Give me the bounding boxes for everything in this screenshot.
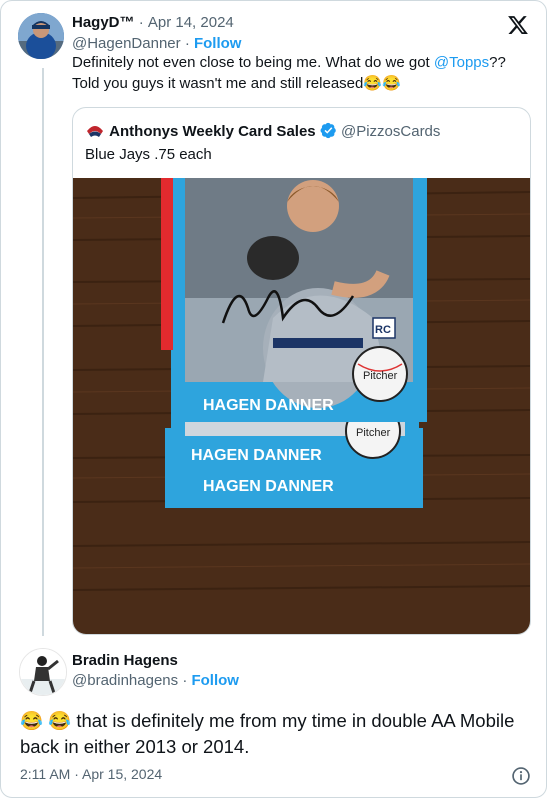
author-display-name[interactable]: HagyD™	[72, 14, 135, 31]
avatar-bradin[interactable]	[19, 648, 67, 696]
x-logo-icon[interactable]	[507, 14, 529, 36]
quoted-avatar	[85, 120, 105, 140]
follow-separator: ·	[184, 35, 190, 52]
reply-text: 😂 😂 that is definitely me from my time i…	[20, 710, 515, 757]
quoted-photo-baseball-cards[interactable]: HAGEN DANNER Pitcher HAGEN DANNER RC Pit…	[73, 178, 531, 635]
card-name-middle: HAGEN DANNER	[191, 447, 322, 464]
follow-button[interactable]: Follow	[194, 35, 242, 52]
thread-connector-line	[42, 68, 44, 636]
mention-link-topps[interactable]: @Topps	[434, 54, 489, 71]
quoted-tweet[interactable]: Anthonys Weekly Card Sales @PizzosCards …	[72, 107, 531, 635]
author-handle[interactable]: @HagenDanner	[72, 35, 181, 52]
tweet-date[interactable]: Apr 14, 2024	[148, 14, 234, 31]
position-label-top: Pitcher	[363, 370, 398, 382]
quoted-display-name[interactable]: Anthonys Weekly Card Sales	[109, 123, 315, 140]
position-label-middle: Pitcher	[356, 427, 391, 439]
rookie-badge-label: RC	[375, 324, 391, 336]
avatar-hagyd[interactable]	[18, 13, 64, 59]
reply-author-name[interactable]: Bradin Hagens	[72, 652, 178, 669]
tweet-text: Definitely not even close to being me. W…	[72, 52, 534, 94]
tweet-text-part1: Definitely not even close to being me. W…	[72, 54, 434, 71]
card-name-bottom: HAGEN DANNER	[203, 478, 334, 495]
card-name-top: HAGEN DANNER	[203, 397, 334, 414]
quoted-text: Blue Jays .75 each	[85, 146, 212, 163]
reply-follow-separator: ·	[182, 672, 188, 689]
reply-handle-row: @bradinhagens · Follow	[72, 672, 239, 689]
info-icon[interactable]	[511, 766, 531, 786]
reply-author-handle[interactable]: @bradinhagens	[72, 672, 178, 689]
tweet-author-line: HagyD™ · Apr 14, 2024	[72, 14, 234, 31]
avatar-hagyd-image	[18, 13, 64, 59]
date-separator: ·	[138, 14, 144, 31]
quoted-author-line: Anthonys Weekly Card Sales @PizzosCards	[85, 120, 440, 140]
quoted-handle[interactable]: @PizzosCards	[341, 123, 440, 140]
reply-timestamp[interactable]: 2:11 AM · Apr 15, 2024	[20, 766, 162, 782]
avatar-bradin-image	[20, 649, 66, 695]
verified-badge-icon	[320, 122, 336, 139]
author-handle-row: @HagenDanner · Follow	[72, 35, 241, 52]
reply-follow-button[interactable]: Follow	[191, 672, 239, 689]
